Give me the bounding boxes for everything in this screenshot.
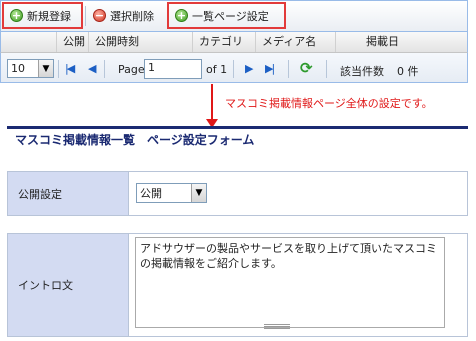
column-header-published-date[interactable]: 掲載日 (336, 32, 468, 52)
resize-grip-icon[interactable] (264, 324, 290, 329)
paging-separator (233, 60, 234, 78)
dropdown-arrow-icon: ▼ (191, 184, 206, 202)
last-page-icon[interactable]: ▶| (265, 62, 275, 75)
delete-button[interactable]: − 選択削除 (87, 2, 165, 29)
new-button[interactable]: + 新規登録 (2, 2, 83, 29)
form-title: マスコミ掲載情報一覧 ページ設定フォーム (7, 126, 468, 153)
paging-separator (58, 60, 59, 78)
intro-textarea[interactable]: アドサウザーの製品やサービスを取り上げて頂いたマスコミの掲載情報をご紹介します。 (135, 237, 445, 328)
page-size-value: 10 (11, 62, 25, 75)
publish-select[interactable]: 公開 ▼ (136, 183, 207, 203)
refresh-icon[interactable]: ⟳ (300, 59, 313, 77)
total-count-label: 該当件数 (340, 65, 384, 78)
publish-setting-row: 公開設定 (7, 171, 468, 216)
intro-text-row: イントロ文 アドサウザーの製品やサービスを取り上げて頂いたマスコミの掲載情報をご… (7, 233, 468, 337)
column-header-category[interactable]: カテゴリ (193, 32, 256, 52)
column-header-public[interactable]: 公開 (57, 32, 89, 52)
delete-icon: − (93, 9, 106, 22)
paging-separator (104, 60, 105, 78)
list-settings-button[interactable]: + 一覧ページ設定 (167, 2, 286, 29)
publish-select-value: 公開 (140, 187, 162, 200)
page-number-input[interactable]: 1 (144, 59, 202, 79)
dropdown-arrow-icon: ▼ (38, 60, 53, 77)
page-count-label: of 1 (206, 63, 228, 76)
first-page-icon[interactable]: |◀ (65, 62, 75, 75)
intro-text-value: アドサウザーの製品やサービスを取り上げて頂いたマスコミの掲載情報をご紹介します。 (129, 234, 467, 336)
annotation-arrow-line (211, 84, 213, 121)
column-checkbox (1, 32, 57, 52)
publish-setting-label: 公開設定 (8, 172, 129, 215)
next-page-icon[interactable]: ▶ (245, 62, 254, 75)
grid-header: 公開 公開時刻 カテゴリ メディア名 掲載日 (0, 32, 468, 53)
column-header-media-name[interactable]: メディア名 (256, 32, 336, 52)
toolbar-separator (85, 6, 86, 26)
add-icon: + (10, 9, 23, 22)
column-header-publish-time[interactable]: 公開時刻 (89, 32, 193, 52)
prev-page-icon[interactable]: ◀ (88, 62, 97, 75)
page-label: Page (118, 63, 145, 76)
list-settings-button-label: 一覧ページ設定 (192, 9, 269, 23)
paging-separator (326, 60, 327, 78)
page-size-select[interactable]: 10 ▼ (7, 59, 54, 78)
paging-separator (288, 60, 289, 78)
delete-button-label: 選択削除 (110, 9, 154, 23)
intro-text-label: イントロ文 (8, 234, 129, 336)
total-count-value: 0 件 (397, 65, 419, 78)
add-icon: + (175, 9, 188, 22)
new-button-label: 新規登録 (27, 9, 71, 23)
annotation-text: マスコミ掲載情報ページ全体の設定です。 (225, 97, 433, 110)
